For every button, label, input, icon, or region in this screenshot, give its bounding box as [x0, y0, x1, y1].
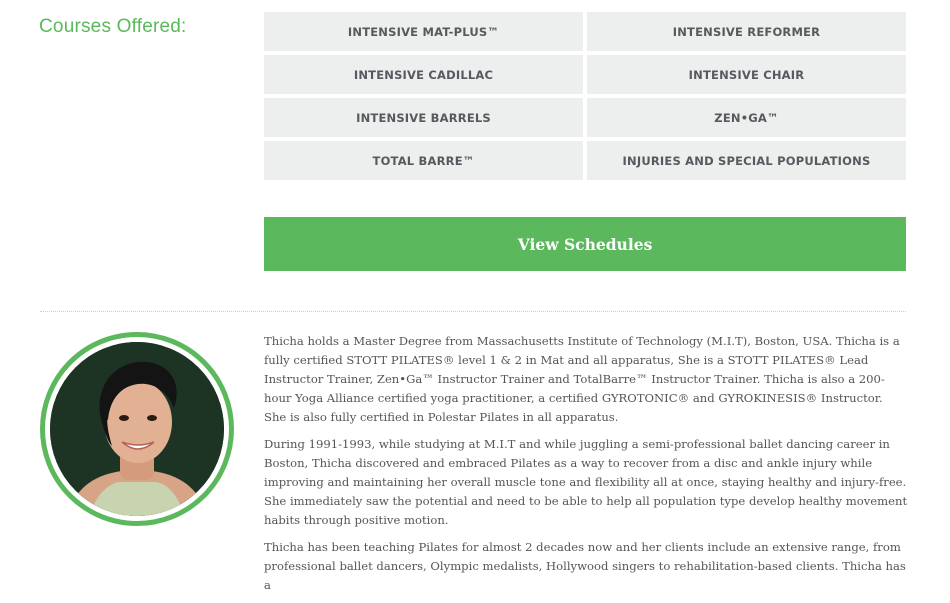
course-item[interactable]: INTENSIVE BARRELS — [264, 98, 583, 137]
bio-paragraph: Thicha has been teaching Pilates for alm… — [264, 540, 906, 592]
course-item[interactable]: INTENSIVE CADILLAC — [264, 55, 583, 94]
course-item[interactable]: INJURIES AND SPECIAL POPULATIONS — [587, 141, 906, 180]
course-item[interactable]: INTENSIVE MAT-PLUS™ — [264, 12, 583, 51]
course-item[interactable]: ZEN•GA™ — [587, 98, 906, 137]
course-item[interactable]: INTENSIVE REFORMER — [587, 12, 906, 51]
course-item[interactable]: TOTAL BARRE™ — [264, 141, 583, 180]
bio-paragraph: During 1991-1993, while studying at M.I.… — [264, 437, 908, 527]
courses-heading: Courses Offered: — [39, 16, 187, 37]
portrait-illustration — [50, 342, 224, 516]
course-item[interactable]: INTENSIVE CHAIR — [587, 55, 906, 94]
section-divider — [40, 311, 906, 312]
avatar-photo — [50, 342, 224, 516]
view-schedules-button[interactable]: View Schedules — [264, 217, 906, 271]
instructor-avatar — [40, 332, 234, 526]
bio-paragraph: Thicha holds a Master Degree from Massac… — [264, 334, 900, 424]
courses-grid: INTENSIVE MAT-PLUS™ INTENSIVE REFORMER I… — [264, 12, 906, 180]
instructor-bio: Thicha holds a Master Degree from Massac… — [264, 332, 908, 603]
